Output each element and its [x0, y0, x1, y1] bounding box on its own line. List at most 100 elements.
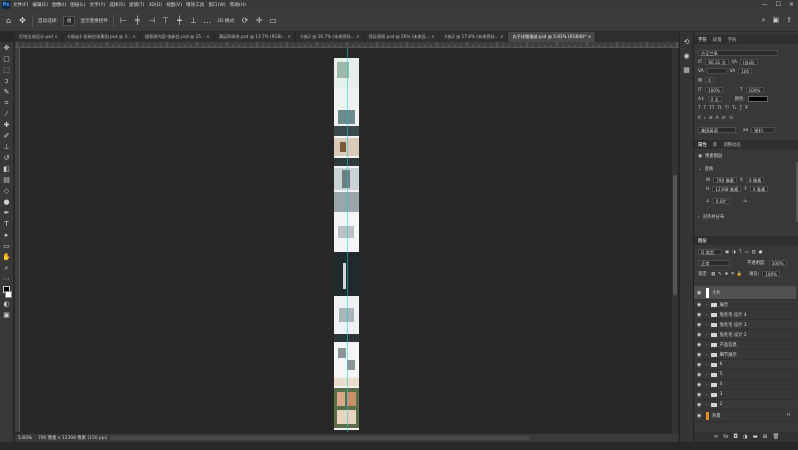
filter-type-icon[interactable]: T — [739, 250, 742, 255]
doc-tab[interactable]: 卡航2 @ 16.7% (未来资料... × — [295, 32, 365, 42]
more-icon[interactable]: … — [203, 16, 212, 25]
layer-row[interactable]: ◉ › 5 — [694, 370, 796, 380]
lock-transparent-icon[interactable]: ▦ — [711, 272, 715, 277]
visibility-eye-icon[interactable]: ◉ — [697, 342, 703, 348]
doc-tab-active[interactable]: 丸子详细描述.psd @ 5.83% (RGB/8)* × — [508, 32, 597, 42]
pen-icon[interactable]: ✒ — [2, 209, 11, 218]
layer-row[interactable]: ◉ › 展示 — [694, 300, 796, 310]
visibility-eye-icon[interactable]: ◉ — [697, 312, 703, 318]
doc-tab[interactable]: 卡航@1-张新台场景图.psd @ 3... × — [62, 32, 141, 42]
tsume-field[interactable]: 0 — [705, 77, 714, 83]
brush-icon[interactable]: ✐ — [2, 132, 11, 141]
adjustment-icon[interactable]: ◑ — [743, 434, 748, 440]
doc-tab[interactable]: 满足四场合.psd @ 13.7% (RGB/... × — [214, 32, 296, 42]
tab-character[interactable]: 字符 — [698, 37, 707, 43]
filter-smart-icon[interactable]: ▤ — [752, 250, 756, 255]
visibility-eye-icon[interactable]: ◉ — [697, 402, 703, 408]
guide-line[interactable] — [347, 48, 348, 432]
maximize-icon[interactable]: ☐ — [776, 1, 781, 8]
ligature-icon[interactable]: fi — [698, 116, 701, 121]
lock-paint-icon[interactable]: ✎ — [718, 272, 722, 277]
new-group-icon[interactable]: ▬ — [753, 434, 758, 440]
move-tool-icon[interactable]: ✥ — [18, 16, 27, 25]
stylistic-icon[interactable]: st — [709, 116, 713, 121]
align-right-icon[interactable]: ⊣ — [147, 16, 156, 25]
visibility-eye-icon[interactable]: ◉ — [697, 392, 703, 398]
path-select-icon[interactable]: ▸ — [2, 231, 11, 240]
layer-row[interactable]: ◉ › 细节展示 — [694, 350, 796, 360]
rectangle-icon[interactable]: ▭ — [2, 242, 11, 251]
x-field[interactable]: 0 像素 — [745, 177, 765, 183]
doc-tab[interactable]: 卡航2 @ 17.8% (未来资料... × — [439, 32, 509, 42]
menu-select[interactable]: 选择(S) — [109, 2, 125, 8]
layer-row[interactable]: ◉ › 2 — [694, 400, 796, 410]
bold-icon[interactable]: T — [698, 106, 701, 111]
new-layer-icon[interactable]: ⊞ — [763, 434, 768, 440]
healing-icon[interactable]: ✚ — [2, 121, 11, 130]
eraser-icon[interactable]: ◧ — [2, 165, 11, 174]
tab-glyphs[interactable]: 字形 — [728, 37, 737, 43]
tab-layers[interactable]: 图层 — [698, 238, 707, 244]
lasso-icon[interactable]: ↄ — [2, 77, 11, 86]
fraction-icon[interactable]: ½ — [729, 116, 733, 121]
more-tools-icon[interactable]: ⋯ — [2, 275, 11, 284]
language-select[interactable]: 美国英语 — [698, 127, 736, 133]
align-left-icon[interactable]: ⊢ — [119, 16, 128, 25]
chevron-right-icon[interactable]: › — [706, 362, 708, 367]
minimize-icon[interactable]: — — [762, 1, 768, 8]
baseline-field[interactable]: 0 点 — [707, 96, 722, 102]
hand-icon[interactable]: ✋ — [2, 253, 11, 262]
antialias-select[interactable]: 锐利 — [751, 127, 776, 133]
visibility-eye-icon[interactable]: ◉ — [697, 302, 703, 308]
flip-icon[interactable]: ⇋ — [743, 199, 747, 204]
leading-field[interactable]: (自动) — [739, 59, 758, 65]
align-top-icon[interactable]: ⊤ — [161, 16, 170, 25]
autoselect-label[interactable]: 自动选择: — [38, 18, 58, 24]
layer-row[interactable]: ◉ › 3 — [694, 390, 796, 400]
horizontal-scrollbar[interactable] — [110, 436, 530, 440]
visibility-eye-icon[interactable]: ◉ — [697, 372, 703, 378]
chevron-right-icon[interactable]: › — [706, 332, 708, 337]
history-brush-icon[interactable]: ↺ — [2, 154, 11, 163]
layer-row[interactable]: ◉ 背景 ⊓ — [694, 410, 796, 422]
fx-icon[interactable]: fx — [723, 434, 728, 440]
visibility-eye-icon[interactable]: ◉ — [697, 322, 703, 328]
tab-libraries[interactable]: 库 — [713, 142, 717, 148]
swatches-icon[interactable]: ▦ — [683, 66, 690, 74]
link-icon[interactable]: ∞ — [714, 434, 719, 440]
menu-help[interactable]: 帮助(H) — [230, 2, 246, 8]
crop-icon[interactable]: ⌗ — [2, 99, 11, 108]
doc-tab[interactable]: 保证原质.psd @ 26% (未来设... × — [364, 32, 440, 42]
chevron-right-icon[interactable]: › — [706, 372, 708, 377]
filter-toggle-icon[interactable]: ● — [759, 250, 763, 255]
kerning-field[interactable] — [706, 68, 727, 74]
menu-image[interactable]: 图像(I) — [52, 2, 66, 8]
font-size-field[interactable]: 60.31 点 — [705, 59, 729, 65]
lock-all-icon[interactable]: 🔒 — [737, 272, 742, 277]
align-center-icon[interactable]: ╪ — [133, 16, 142, 25]
visibility-eye-icon[interactable]: ◉ — [697, 332, 703, 338]
chevron-right-icon[interactable]: › — [706, 322, 708, 327]
y-field[interactable]: 0 像素 — [749, 186, 769, 192]
strikethrough-icon[interactable]: T̶ — [745, 106, 748, 111]
opacity-field[interactable]: 100% — [768, 260, 787, 266]
chevron-right-icon[interactable]: › — [706, 312, 708, 317]
doc-tab[interactable]: 规章原内容-张新台.psd @ 25... × — [140, 32, 215, 42]
autoselect-dropdown[interactable]: 组 — [62, 15, 76, 26]
show-transform-checkbox[interactable]: 显示变换控件 — [80, 18, 108, 24]
horizontal-scale-field[interactable]: 100% — [745, 87, 764, 93]
chevron-right-icon[interactable]: › — [706, 302, 708, 307]
vertical-scale-field[interactable]: 100% — [704, 87, 723, 93]
visibility-eye-icon[interactable]: ◉ — [697, 352, 703, 358]
align-middle-icon[interactable]: ┿ — [175, 16, 184, 25]
chevron-right-icon[interactable]: › — [706, 402, 708, 407]
chevron-right-icon[interactable]: › — [706, 352, 708, 357]
allcaps-icon[interactable]: TT — [709, 106, 714, 111]
trash-icon[interactable]: 🗑 — [772, 434, 779, 440]
underline-icon[interactable]: T̲ — [739, 106, 742, 111]
titling-icon[interactable]: A — [716, 116, 719, 121]
chevron-right-icon[interactable]: › — [706, 392, 708, 397]
fill-field[interactable]: 100% — [762, 271, 781, 277]
chevron-right-icon[interactable]: › — [698, 215, 700, 220]
angle-field[interactable]: 0.00° — [712, 198, 731, 204]
